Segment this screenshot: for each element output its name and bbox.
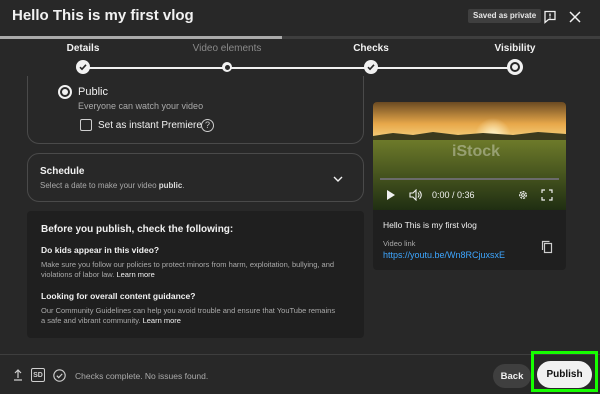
fullscreen-icon[interactable] (540, 188, 554, 202)
kids-question: Do kids appear in this video? (41, 245, 160, 255)
schedule-section[interactable] (27, 153, 364, 202)
upload-progress-fill (0, 36, 282, 39)
saved-status-badge: Saved as private (468, 9, 542, 23)
instant-premiere-label[interactable]: Set as instant Premiere (98, 120, 202, 131)
chevron-down-icon[interactable] (331, 172, 345, 186)
schedule-title: Schedule (40, 166, 85, 177)
checks-complete-icon (52, 368, 66, 382)
dialog-header: Hello This is my first vlog Saved as pri… (0, 0, 600, 36)
kids-learn-more-link[interactable]: Learn more (116, 270, 154, 279)
upload-progress-bar (0, 36, 600, 39)
play-icon[interactable] (384, 188, 398, 202)
guidance-text: Our Community Guidelines can help you av… (41, 306, 336, 325)
schedule-subtitle: Select a date to make your video public. (40, 181, 185, 190)
video-link[interactable]: https://youtu.be/Wn8RCjuxsxE (383, 250, 505, 260)
report-feedback-icon[interactable] (539, 6, 561, 28)
step-video-elements-node[interactable] (222, 62, 232, 72)
kids-policy-text: Make sure you follow our policies to pro… (41, 260, 335, 279)
volume-icon[interactable] (408, 188, 424, 202)
guidance-learn-more-link[interactable]: Learn more (143, 316, 181, 325)
video-time: 0:00 / 0:36 (432, 190, 475, 200)
upload-icon[interactable] (12, 368, 24, 382)
public-option-label[interactable]: Public (78, 86, 108, 98)
stepper-line (83, 67, 515, 69)
step-video-elements-label[interactable]: Video elements (182, 43, 272, 54)
stock-watermark: iStock (452, 143, 501, 160)
footer-divider (0, 354, 600, 355)
step-checks-label[interactable]: Checks (326, 43, 416, 54)
checks-status-text: Checks complete. No issues found. (75, 371, 209, 381)
copy-icon[interactable] (541, 240, 555, 256)
step-details-label[interactable]: Details (38, 43, 128, 54)
step-checks-check-icon[interactable] (364, 60, 378, 74)
dialog-title: Hello This is my first vlog (12, 7, 194, 24)
instant-premiere-checkbox[interactable] (80, 119, 92, 131)
sd-quality-badge: SD (31, 368, 45, 382)
public-radio[interactable] (58, 85, 72, 99)
settings-gear-icon[interactable] (516, 188, 530, 202)
video-title: Hello This is my first vlog (383, 220, 477, 230)
public-option-description: Everyone can watch your video (78, 101, 204, 111)
back-button[interactable]: Back (493, 364, 531, 388)
checklist-title: Before you publish, check the following: (41, 224, 234, 235)
step-visibility-label[interactable]: Visibility (470, 43, 560, 54)
video-link-label: Video link (383, 239, 416, 248)
step-visibility-current-node[interactable] (507, 59, 523, 75)
publish-button[interactable]: Publish (537, 361, 592, 388)
close-icon[interactable] (564, 6, 586, 28)
step-details-check-icon[interactable] (76, 60, 90, 74)
guidance-question: Looking for overall content guidance? (41, 291, 196, 301)
video-scrubber[interactable] (380, 178, 559, 180)
premiere-help-icon[interactable]: ? (201, 119, 214, 132)
